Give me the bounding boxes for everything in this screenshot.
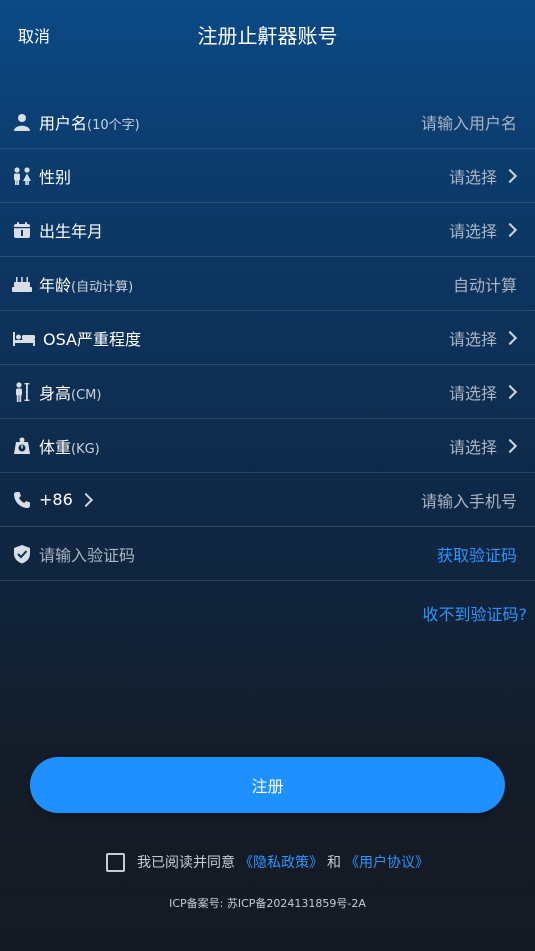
calendar-icon [12,220,32,240]
age-row: 年龄(自动计算) 自动计算 [0,257,535,311]
chevron-right-icon [502,384,518,399]
gender-label: 性别 [39,167,72,187]
chevron-right-icon [78,492,93,507]
osa-select[interactable]: 请选择 [449,326,518,350]
user-icon [12,112,32,132]
bed-icon [12,328,36,348]
height-row[interactable]: 身高(CM) 请选择 [0,365,535,419]
country-code-select[interactable]: +86 [39,490,93,509]
username-input[interactable]: 请输入用户名 [421,110,517,134]
weight-row[interactable]: 体重(KG) 请选择 [0,419,535,473]
height-select[interactable]: 请选择 [449,380,518,404]
privacy-policy-link[interactable]: 《隐私政策》 [239,852,323,872]
username-row[interactable]: 用户名(10个字) 请输入用户名 [0,95,535,149]
gender-select[interactable]: 请选择 [449,164,518,188]
weight-select[interactable]: 请选择 [449,434,518,458]
birth-label: 出生年月 [39,221,104,241]
chevron-right-icon [502,222,518,237]
birth-row[interactable]: 出生年月 请选择 [0,203,535,257]
registration-form: 用户名(10个字) 请输入用户名 性别 请选择 出生年月 请选择 年龄(自动计算… [0,95,535,581]
verify-code-input[interactable]: 请输入验证码 [39,542,135,566]
icp-record: ICP备案号: 苏ICP备2024131859号-2A [169,897,366,910]
scale-icon [12,436,32,456]
get-code-button[interactable]: 获取验证码 [437,542,517,566]
height-icon [12,381,32,402]
phone-input[interactable]: 请输入手机号 [421,488,517,512]
page-title: 注册止鼾器账号 [197,24,338,48]
age-value: 自动计算 [452,275,517,295]
verify-row: 请输入验证码 获取验证码 [0,527,535,581]
birth-select[interactable]: 请选择 [449,218,518,242]
agreement-and: 和 [327,855,341,871]
no-code-link[interactable]: 收不到验证码? [423,601,528,625]
agree-checkbox[interactable] [106,852,125,872]
header: 取消 注册止鼾器账号 [0,0,535,66]
user-agreement-link[interactable]: 《用户协议》 [345,852,429,872]
osa-label: OSA严重程度 [43,329,141,349]
phone-row: +86 请输入手机号 [0,473,535,527]
phone-icon [12,490,32,510]
cake-icon [12,274,32,294]
height-label: 身高(CM) [39,383,102,403]
agreement-prefix: 我已阅读并同意 [137,855,235,871]
username-label: 用户名(10个字) [39,113,140,133]
chevron-right-icon [502,438,518,453]
register-button[interactable]: 注册 [30,757,505,813]
chevron-right-icon [502,168,518,183]
chevron-right-icon [502,330,518,345]
gender-row[interactable]: 性别 请选择 [0,149,535,203]
weight-label: 体重(KG) [39,437,100,457]
agreement-row: 我已阅读并同意 《隐私政策》 和 《用户协议》 [0,852,535,872]
osa-row[interactable]: OSA严重程度 请选择 [0,311,535,365]
shield-check-icon [12,544,32,564]
gender-icon [12,166,32,186]
age-label: 年龄(自动计算) [39,275,134,295]
